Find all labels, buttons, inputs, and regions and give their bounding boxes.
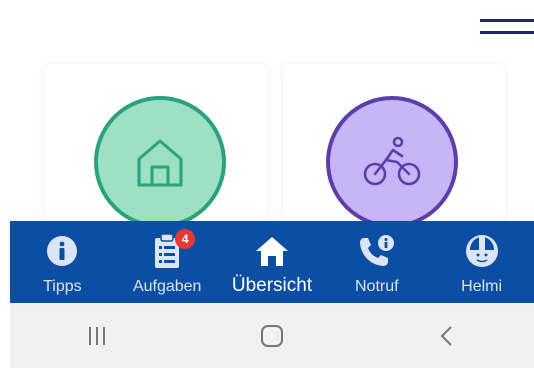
tab-notruf-label: Notruf xyxy=(355,278,399,295)
home-icon xyxy=(137,139,183,187)
home-button-icon xyxy=(260,324,283,347)
tasks-count-badge: 4 xyxy=(175,229,196,249)
bottom-navigation: Tipps 4 Aufgaben Übersicht Notruf Helmi xyxy=(10,221,534,303)
back-icon xyxy=(440,325,452,346)
tab-uebersicht[interactable]: Übersicht xyxy=(220,221,325,303)
system-navigation-bar xyxy=(10,303,534,368)
tab-notruf[interactable]: Notruf xyxy=(324,221,429,303)
bicycle-icon xyxy=(363,136,421,186)
tab-uebersicht-label: Übersicht xyxy=(231,275,313,296)
tab-helmi[interactable]: Helmi xyxy=(429,221,534,303)
phone-info-icon xyxy=(359,235,394,266)
tab-tipps-label: Tipps xyxy=(43,278,82,295)
menu-bar-bottom xyxy=(480,31,534,34)
helmet-icon xyxy=(465,235,498,267)
recent-apps-icon xyxy=(89,326,106,345)
tab-helmi-label: Helmi xyxy=(461,278,503,295)
tab-aufgaben-label: Aufgaben xyxy=(132,278,202,295)
menu-bar-top xyxy=(480,19,534,22)
menu-icon[interactable] xyxy=(480,19,534,37)
bike-circle-button[interactable] xyxy=(326,96,458,228)
recent-apps-button[interactable] xyxy=(67,316,127,356)
home-icon xyxy=(255,237,288,266)
info-icon xyxy=(47,236,78,266)
back-button[interactable] xyxy=(417,316,477,356)
system-home-button[interactable] xyxy=(242,316,302,356)
tab-tipps[interactable]: Tipps xyxy=(10,221,115,303)
home-circle-button[interactable] xyxy=(94,96,226,228)
tab-aufgaben[interactable]: 4 Aufgaben xyxy=(115,221,220,303)
